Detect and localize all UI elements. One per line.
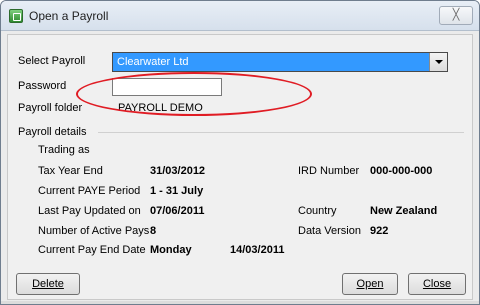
highlight-ellipse <box>76 72 312 116</box>
delete-button[interactable]: Delete <box>16 273 80 295</box>
current-pay-end-date-label: Current Pay End Date <box>38 244 146 256</box>
open-payroll-dialog: Open a Payroll ╳ Select Payroll Clearwat… <box>0 0 480 305</box>
active-pays-value: 8 <box>150 225 157 237</box>
payroll-folder-label: Payroll folder <box>18 102 83 114</box>
password-label: Password <box>18 80 67 92</box>
active-pays-label: Number of Active Pays <box>38 225 150 237</box>
tax-year-end-value: 31/03/2012 <box>150 165 206 177</box>
last-pay-updated-label: Last Pay Updated on <box>38 205 141 217</box>
country-value: New Zealand <box>370 205 438 217</box>
ird-number-value: 000-000-000 <box>370 165 433 177</box>
window-title: Open a Payroll <box>29 9 109 23</box>
data-version-value: 922 <box>370 225 389 237</box>
payroll-app-icon <box>9 9 23 23</box>
current-pay-end-date: 14/03/2011 <box>230 244 285 256</box>
data-version-label: Data Version <box>298 225 361 237</box>
select-payroll-dropdown[interactable]: Clearwater Ltd <box>112 52 448 72</box>
trading-as-label: Trading as <box>38 144 90 156</box>
current-paye-period-label: Current PAYE Period <box>38 185 141 197</box>
payroll-details-heading: Payroll details <box>18 126 87 138</box>
title-bar: Open a Payroll ╳ <box>1 1 479 31</box>
last-pay-updated-value: 07/06/2011 <box>150 205 205 217</box>
current-pay-end-day: Monday <box>150 244 192 256</box>
current-paye-period-value: 1 - 31 July <box>150 185 204 197</box>
ird-number-label: IRD Number <box>298 165 360 177</box>
select-payroll-label: Select Payroll <box>18 55 86 67</box>
country-label: Country <box>298 205 337 217</box>
window-bottom-edge <box>1 301 479 304</box>
select-payroll-value: Clearwater Ltd <box>117 56 189 68</box>
open-button[interactable]: Open <box>342 273 398 295</box>
chevron-down-icon[interactable] <box>429 53 447 71</box>
dialog-body: Select Payroll Clearwater Ltd Password P… <box>7 34 473 300</box>
close-button[interactable]: Close <box>408 273 466 295</box>
section-divider <box>98 132 464 133</box>
tax-year-end-label: Tax Year End <box>38 165 103 177</box>
window-close-button[interactable]: ╳ <box>439 6 473 25</box>
